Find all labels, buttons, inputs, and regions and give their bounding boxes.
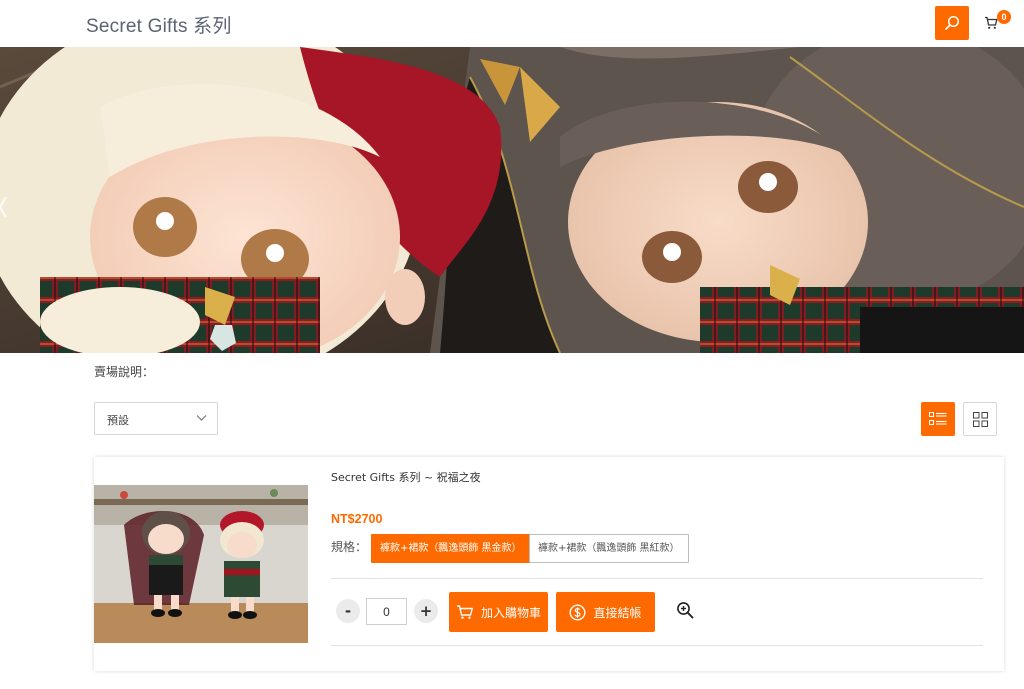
product-photo bbox=[94, 485, 308, 643]
checkout-label: 直接結帳 bbox=[593, 605, 642, 620]
checkout-button[interactable]: 直接結帳 bbox=[556, 592, 655, 632]
quantity-decrease-button[interactable]: - bbox=[336, 599, 360, 623]
chevron-down-icon bbox=[196, 415, 207, 421]
list-view-icon bbox=[929, 412, 947, 425]
quantity-input[interactable] bbox=[366, 598, 407, 625]
list-view-button[interactable] bbox=[921, 402, 955, 436]
product-price: NT$2700 bbox=[331, 512, 383, 526]
product-card: Secret Gifts 系列 ~ 祝福之夜 NT$2700 規格： 褲款+裙款… bbox=[94, 457, 1004, 671]
sort-selected-value: 預設 bbox=[107, 414, 129, 427]
add-to-cart-button[interactable]: 加入購物車 bbox=[449, 592, 548, 632]
grid-view-button[interactable] bbox=[963, 402, 997, 436]
product-image[interactable] bbox=[94, 485, 308, 643]
spec-option-black-gold[interactable]: 褲款+裙款（飄逸頭飾 黑金款） bbox=[371, 534, 531, 563]
cart-count-badge: 0 bbox=[997, 10, 1011, 24]
dollar-coin-icon bbox=[569, 603, 586, 621]
search-button[interactable] bbox=[935, 6, 969, 40]
listing-description-label: 賣場說明： bbox=[94, 365, 155, 379]
cart-icon bbox=[456, 605, 473, 619]
quantity-increase-button[interactable]: + bbox=[414, 599, 438, 623]
product-title[interactable]: Secret Gifts 系列 ~ 祝福之夜 bbox=[331, 469, 481, 485]
cart-icon bbox=[985, 16, 998, 29]
top-header: Secret Gifts 系列 0 bbox=[0, 0, 1024, 48]
banner-image bbox=[0, 47, 1024, 353]
sort-dropdown[interactable]: 預設 bbox=[94, 402, 218, 435]
add-to-cart-label: 加入購物車 bbox=[480, 605, 541, 620]
search-icon bbox=[945, 15, 960, 30]
divider bbox=[331, 645, 983, 646]
hero-banner bbox=[0, 47, 1024, 353]
grid-view-icon bbox=[972, 411, 988, 427]
divider bbox=[331, 578, 983, 579]
header-cart-button[interactable]: 0 bbox=[984, 10, 1011, 33]
spec-option-black-red[interactable]: 褲款+裙款（飄逸頭飾 黑紅款） bbox=[529, 534, 689, 563]
spec-label: 規格： bbox=[331, 540, 368, 554]
zoom-in-icon[interactable] bbox=[676, 601, 694, 619]
site-brand[interactable]: Secret Gifts 系列 bbox=[86, 11, 232, 38]
